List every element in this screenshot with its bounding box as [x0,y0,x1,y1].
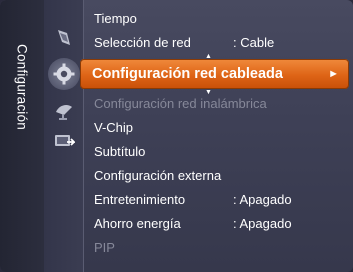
menu-item-value: : Apagado [233,215,292,231]
menu-item-value: : Apagado [233,191,292,207]
satellite-dish-icon[interactable] [52,98,76,122]
menu-item-label: Configuración red cableada [92,66,283,82]
menu-item-entertainment[interactable]: Entretenimiento : Apagado [84,188,353,210]
category-icon-column [44,0,84,272]
menu-item-label: Entretenimiento [94,191,186,207]
menu-item-label: Selección de red [94,34,191,50]
settings-menu-list: Tiempo Selección de red : Cable ▲ Config… [80,0,353,272]
category-title-container: Configuración [2,0,42,272]
input-source-icon[interactable] [52,129,76,153]
menu-item-v-chip[interactable]: V-Chip [84,116,353,138]
menu-item-value: : Cable [233,34,275,50]
submenu-arrow-icon: ► [328,68,339,80]
settings-osd-menu: Configuración Tiempo Selección de red: … [0,0,353,272]
menu-item-tiempo[interactable]: Tiempo [84,7,353,29]
category-sidebar: Configuración [0,0,44,272]
menu-item-label: Ahorro energía [94,215,181,231]
menu-item-label: PIP [94,239,115,255]
menu-item-subtitle[interactable]: Subtítulo [84,140,353,162]
menu-item-energy-saving[interactable]: Ahorro energía : Apagado [84,212,353,234]
menu-item-wired-network-setup[interactable]: Configuración red cableada ► [80,59,349,89]
menu-item-label: Subtítulo [94,143,146,159]
menu-item-label: V-Chip [94,119,134,135]
picture-icon[interactable] [52,26,76,50]
menu-item-label: Configuración red inalámbrica [94,95,267,111]
category-title: Configuración [14,44,30,130]
menu-item-wireless-network-setup: Configuración red inalámbrica [84,92,353,114]
menu-item-pip: PIP [84,236,353,258]
menu-item-label: Tiempo [94,10,137,26]
menu-item-network-type[interactable]: Selección de red : Cable [84,31,353,53]
menu-item-external-setup[interactable]: Configuración externa [84,164,353,186]
setup-gear-icon[interactable] [48,58,80,90]
menu-item-label: Configuración externa [94,167,222,183]
